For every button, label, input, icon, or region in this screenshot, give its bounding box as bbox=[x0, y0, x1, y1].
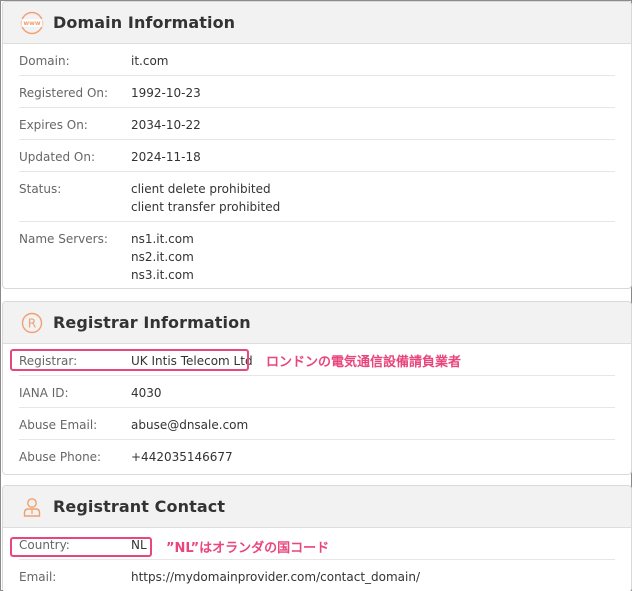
svg-text:R: R bbox=[28, 316, 36, 330]
row-label: Updated On: bbox=[19, 150, 95, 164]
row-label: Domain: bbox=[19, 54, 70, 68]
row-value: +442035146677 bbox=[131, 450, 233, 464]
registrar-information-title: Registrar Information bbox=[53, 313, 251, 332]
row-label: Name Servers: bbox=[19, 232, 108, 246]
row-value: 1992-10-23 bbox=[131, 86, 201, 100]
row-value: it.com bbox=[131, 54, 169, 68]
row-label: Abuse Email: bbox=[19, 418, 98, 432]
row-value: ns1.it.com ns2.it.com ns3.it.com bbox=[131, 232, 194, 282]
row-domain: Domain: it.com bbox=[19, 44, 615, 76]
row-value: 2034-10-22 bbox=[131, 118, 201, 132]
row-value: client delete prohibited client transfer… bbox=[131, 182, 281, 214]
row-iana-id: IANA ID: 4030 bbox=[19, 376, 615, 408]
domain-information-card: www Domain Information Domain: it.com Re… bbox=[2, 1, 632, 289]
row-value: abuse@dnsale.com bbox=[131, 418, 249, 432]
domain-information-header: www Domain Information bbox=[3, 2, 631, 44]
row-abuse-phone: Abuse Phone: +442035146677 bbox=[19, 440, 615, 472]
row-value: 4030 bbox=[131, 386, 162, 400]
svg-text:www: www bbox=[23, 20, 40, 27]
row-label: Abuse Phone: bbox=[19, 450, 102, 464]
domain-information-rows: Domain: it.com Registered On: 1992-10-23… bbox=[3, 44, 631, 288]
row-value: 2024-11-18 bbox=[131, 150, 201, 164]
row-registered-on: Registered On: 1992-10-23 bbox=[19, 76, 615, 108]
country-highlight-box bbox=[10, 537, 152, 557]
row-label: Email: bbox=[19, 570, 57, 584]
registrar-annotation: ロンドンの電気通信設備請負業者 bbox=[266, 355, 462, 370]
row-abuse-email: Abuse Email: abuse@dnsale.com bbox=[19, 408, 615, 440]
www-globe-icon: www bbox=[20, 11, 44, 35]
domain-information-title: Domain Information bbox=[53, 13, 236, 32]
registrar-highlight-box bbox=[10, 349, 249, 371]
row-name-servers: Name Servers: ns1.it.com ns2.it.com ns3.… bbox=[19, 222, 615, 288]
registrant-contact-header: Registrant Contact bbox=[3, 486, 631, 528]
registrar-information-card: R Registrar Information Registrar: UK In… bbox=[2, 301, 632, 475]
row-value: https://mydomainprovider.com/contact_dom… bbox=[131, 570, 421, 584]
page-frame: www Domain Information Domain: it.com Re… bbox=[0, 0, 632, 591]
row-label: Registered On: bbox=[19, 86, 109, 100]
registrar-information-header: R Registrar Information bbox=[3, 302, 631, 344]
row-status: Status: client delete prohibited client … bbox=[19, 172, 615, 222]
row-label: Expires On: bbox=[19, 118, 88, 132]
row-label: Status: bbox=[19, 182, 62, 196]
row-expires-on: Expires On: 2034-10-22 bbox=[19, 108, 615, 140]
registrant-contact-title: Registrant Contact bbox=[53, 497, 226, 516]
person-icon bbox=[20, 495, 44, 519]
country-annotation: ”NL”はオランダの国コード bbox=[166, 541, 330, 556]
row-email: Email: https://mydomainprovider.com/cont… bbox=[19, 560, 615, 591]
row-updated-on: Updated On: 2024-11-18 bbox=[19, 140, 615, 172]
row-label: IANA ID: bbox=[19, 386, 69, 400]
registered-mark-icon: R bbox=[20, 311, 44, 335]
